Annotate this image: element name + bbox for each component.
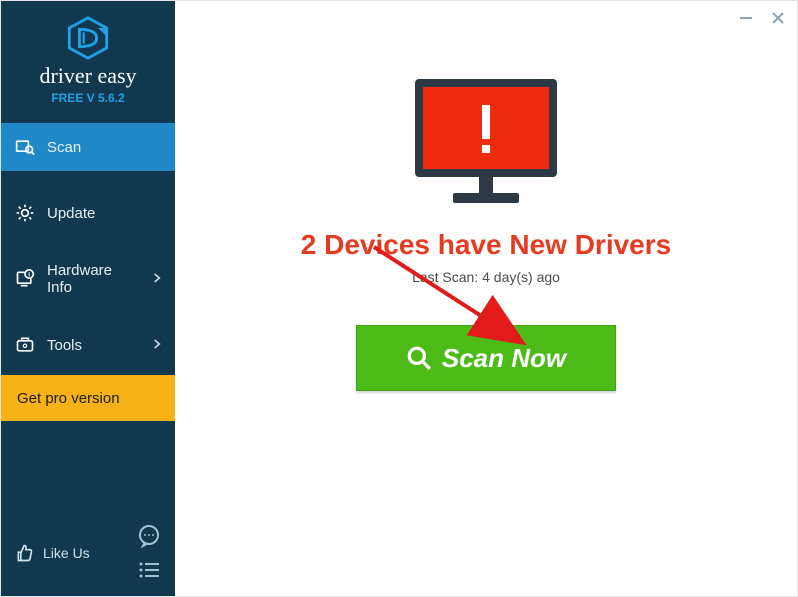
chevron-right-icon — [153, 337, 161, 354]
like-us-label: Like Us — [43, 545, 90, 561]
sidebar-menu: Scan Update i — [1, 123, 175, 421]
tools-icon — [15, 335, 35, 355]
get-pro-button[interactable]: Get pro version — [1, 375, 175, 421]
get-pro-label: Get pro version — [17, 390, 120, 407]
sidebar: driver easy FREE V 5.6.2 Scan — [1, 1, 175, 596]
sidebar-item-update[interactable]: Update — [1, 189, 175, 237]
scan-icon — [15, 137, 35, 157]
svg-text:i: i — [28, 272, 30, 279]
menu-button[interactable] — [137, 558, 161, 582]
brand-name: driver easy — [39, 63, 136, 89]
sidebar-item-label: Scan — [47, 139, 81, 156]
gear-icon — [15, 203, 35, 223]
search-icon — [406, 345, 432, 371]
sidebar-item-tools[interactable]: Tools — [1, 321, 175, 369]
sidebar-item-label: Update — [47, 205, 95, 222]
feedback-button[interactable] — [137, 524, 161, 548]
hardware-info-icon: i — [15, 269, 35, 289]
brand-block: driver easy FREE V 5.6.2 — [1, 1, 175, 115]
brand-version: FREE V 5.6.2 — [51, 91, 124, 105]
alert-monitor-icon — [401, 73, 571, 213]
app-window: driver easy FREE V 5.6.2 Scan — [0, 0, 798, 597]
speech-bubble-icon — [137, 524, 161, 548]
status-headline: 2 Devices have New Drivers — [301, 229, 671, 261]
scan-now-button[interactable]: Scan Now — [356, 325, 616, 391]
sidebar-item-label: Hardware Info — [47, 262, 141, 296]
like-us-button[interactable]: Like Us — [15, 543, 90, 563]
list-menu-icon — [137, 558, 161, 582]
main-panel: 2 Devices have New Drivers Last Scan: 4 … — [175, 1, 797, 596]
chevron-right-icon — [153, 271, 161, 288]
scan-now-label: Scan Now — [442, 343, 566, 374]
sidebar-item-scan[interactable]: Scan — [1, 123, 175, 171]
last-scan-text: Last Scan: 4 day(s) ago — [412, 269, 560, 285]
footer-icons — [137, 524, 161, 582]
thumbs-up-icon — [15, 543, 35, 563]
app-logo-icon — [65, 15, 111, 61]
sidebar-footer: Like Us — [1, 510, 175, 596]
sidebar-item-hardware-info[interactable]: i Hardware Info — [1, 255, 175, 303]
sidebar-item-label: Tools — [47, 337, 82, 354]
